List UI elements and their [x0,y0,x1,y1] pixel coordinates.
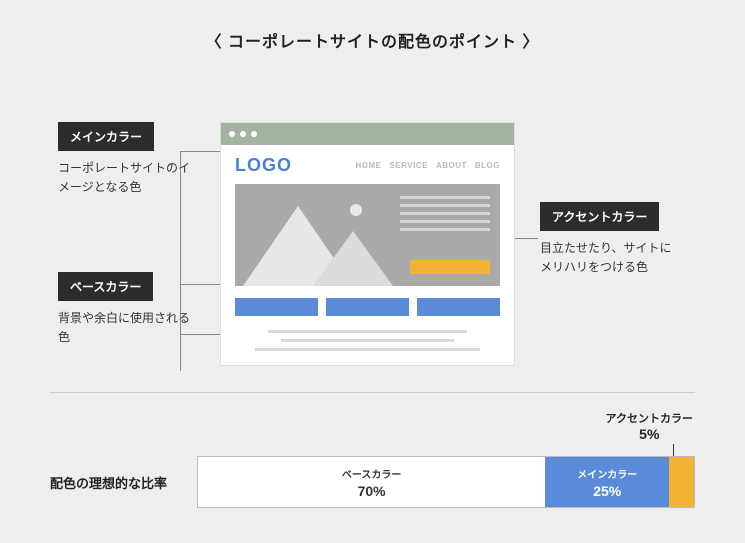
accent-tick-line [673,444,674,456]
ratio-seg-base-name: ベースカラー [342,466,402,481]
ratio-seg-main-name: メインカラー [577,466,637,481]
window-dot-icon [229,131,235,137]
ratio-bar-chart: ベースカラー 70% メインカラー 25% [197,456,695,508]
site-logo: LOGO [235,155,292,176]
hero-image [235,184,500,286]
nav-item: SERVICE [389,161,427,170]
window-dot-icon [251,131,257,137]
base-color-desc: 背景や余白に使用される色 [58,309,198,347]
nav-item: BLOG [475,161,500,170]
browser-body: LOGO HOME SERVICE ABOUT BLOG [221,145,514,365]
accent-ratio-name: アクセントカラー [606,410,693,426]
page-title: 〈 コーポレートサイトの配色のポイント 〉 [0,0,745,52]
label-main-color: メインカラー コーポレートサイトのイメージとなる色 [58,122,198,197]
ratio-seg-main: メインカラー 25% [545,457,669,507]
card-main-color [417,298,500,316]
diagram-upper: メインカラー コーポレートサイトのイメージとなる色 ベースカラー 背景や余白に使… [0,52,745,372]
mountain-icon [313,231,393,286]
accent-color-desc: 目立たせたり、サイトにメリハリをつける色 [540,239,680,277]
connector-line [180,151,181,371]
sun-icon [350,204,362,216]
window-dot-icon [240,131,246,137]
nav-item: ABOUT [436,161,467,170]
accent-ratio-pct: 5% [606,426,693,442]
site-nav: HOME SERVICE ABOUT BLOG [355,161,500,170]
browser-titlebar [221,123,514,145]
card-row [235,298,500,316]
card-main-color [235,298,318,316]
ratio-seg-base-pct: 70% [358,483,386,499]
nav-item: HOME [355,161,381,170]
accent-ratio-label: アクセントカラー 5% [606,410,693,442]
ratio-seg-base: ベースカラー 70% [198,457,545,507]
label-base-color: ベースカラー 背景や余白に使用される色 [58,272,198,347]
ratio-seg-main-pct: 25% [593,483,621,499]
hero-text-placeholder [400,196,490,231]
label-accent-color: アクセントカラー 目立たせたり、サイトにメリハリをつける色 [540,202,680,277]
body-text-placeholder [235,330,500,351]
card-main-color [326,298,409,316]
ratio-section: アクセントカラー 5% 配色の理想的な比率 ベースカラー 70% メインカラー … [0,400,745,508]
ratio-seg-accent [669,457,694,507]
accent-color-tag: アクセントカラー [540,202,659,231]
browser-mockup: LOGO HOME SERVICE ABOUT BLOG [220,122,515,366]
section-divider [50,392,695,393]
site-header: LOGO HOME SERVICE ABOUT BLOG [235,153,500,184]
base-color-tag: ベースカラー [58,272,153,301]
main-color-tag: メインカラー [58,122,154,151]
ratio-title: 配色の理想的な比率 [50,473,167,492]
cta-button-accent [410,260,490,274]
main-color-desc: コーポレートサイトのイメージとなる色 [58,159,198,197]
